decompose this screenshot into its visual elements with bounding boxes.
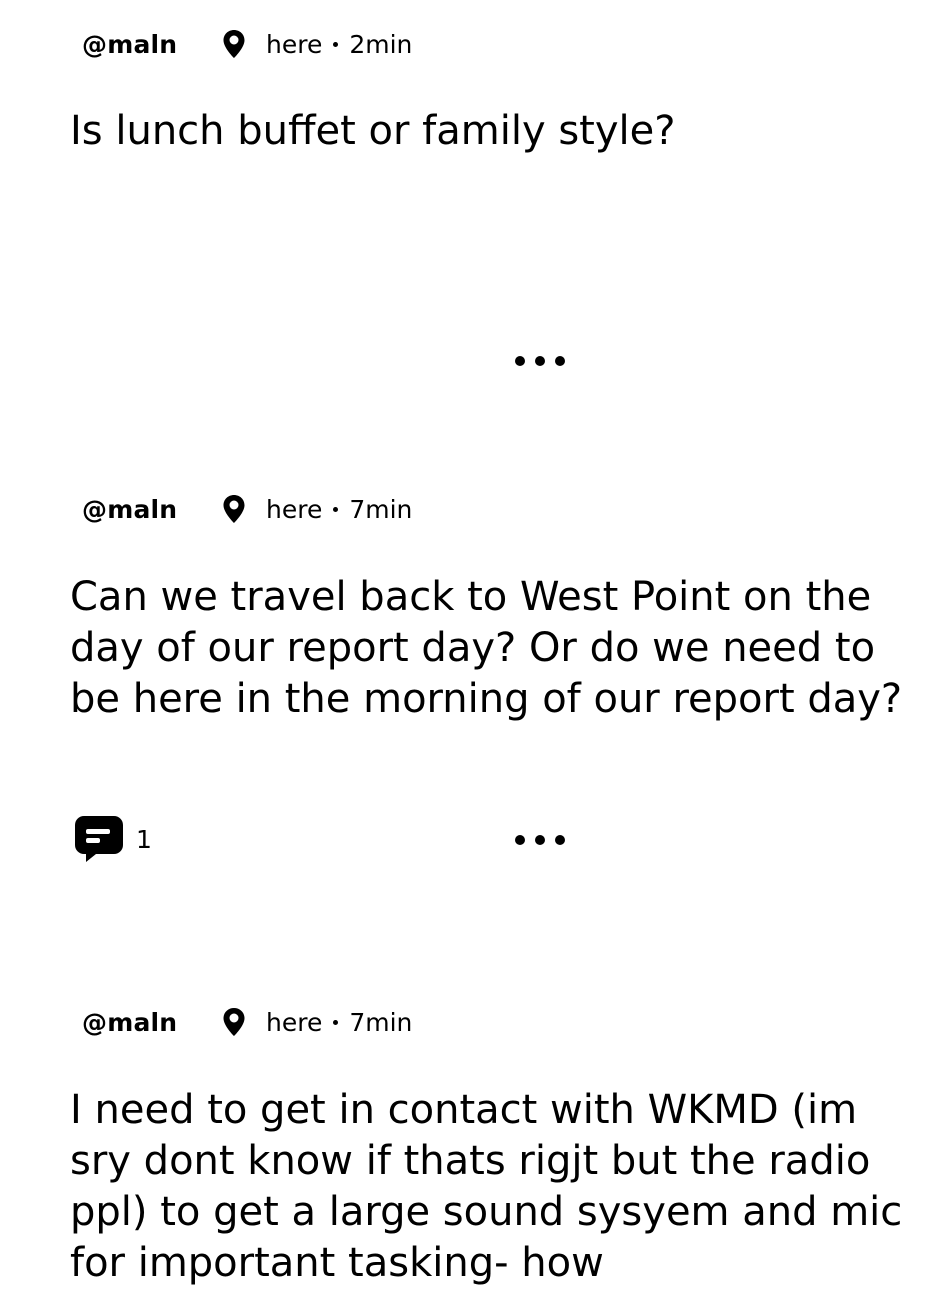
post-location: here 7min (222, 1007, 412, 1037)
post-location: here 7min (222, 494, 412, 524)
post-actions (0, 351, 942, 411)
map-pin-icon (223, 30, 245, 58)
post-location-label: here (266, 494, 323, 524)
post-meta: @maln here 2min (82, 29, 412, 59)
reply-button[interactable]: 1 (74, 814, 152, 864)
post-actions: 1 (0, 814, 942, 874)
post-age: 7min (349, 1007, 413, 1037)
more-options-button[interactable] (515, 830, 565, 850)
map-pin-icon (223, 1008, 245, 1036)
more-options-button[interactable] (515, 351, 565, 371)
post-text: I need to get in contact with WKMD (im s… (70, 1087, 903, 1286)
map-pin-icon (223, 495, 245, 523)
more-options-icon (515, 356, 525, 366)
reply-count: 1 (136, 824, 152, 854)
separator-dot (333, 506, 339, 512)
post-location: here 2min (222, 29, 412, 59)
post-handle[interactable]: @maln (82, 495, 177, 524)
more-options-icon (515, 835, 525, 845)
post-location-label: here (266, 1007, 323, 1037)
post-age: 7min (349, 494, 413, 524)
chat-bubble-icon (75, 816, 123, 862)
post-meta: @maln here 7min (82, 1007, 412, 1037)
post-meta: @maln here 7min (82, 494, 412, 524)
post-location-label: here (266, 29, 323, 59)
post-age: 2min (349, 29, 413, 59)
separator-dot (333, 41, 339, 47)
post-text: Can we travel back to West Point on the … (70, 574, 903, 722)
separator-dot (333, 1019, 339, 1025)
post-text: Is lunch buffet or family style? (70, 108, 676, 154)
post-handle[interactable]: @maln (82, 30, 177, 59)
post-handle[interactable]: @maln (82, 1008, 177, 1037)
